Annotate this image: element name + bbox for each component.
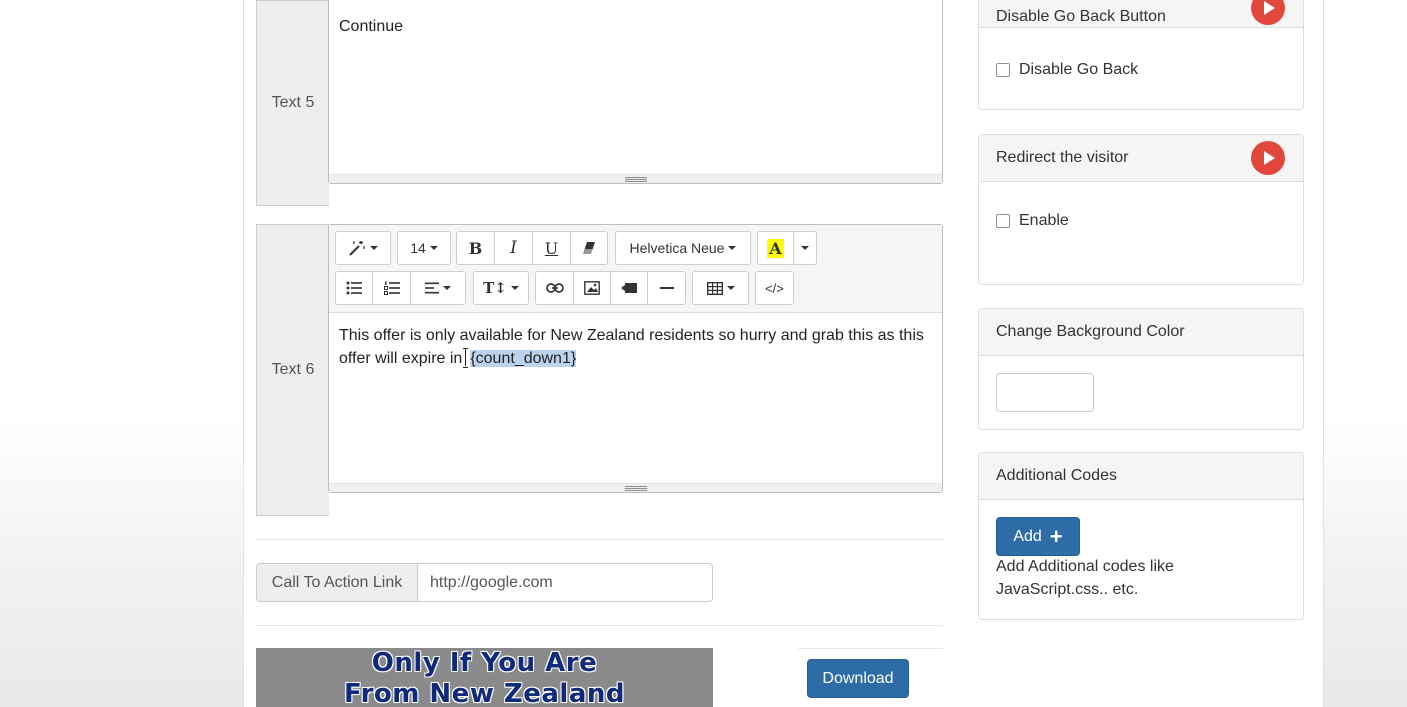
underline-button[interactable]: U: [532, 231, 571, 265]
text-cursor-icon: [463, 348, 469, 368]
disable-go-back-option[interactable]: Disable Go Back: [996, 61, 1138, 79]
insert-image-button[interactable]: [573, 271, 611, 305]
code-icon: </>: [765, 280, 784, 296]
clear-format-button[interactable]: [570, 231, 608, 265]
background-color-panel-title: Change Background Color: [996, 323, 1185, 340]
horizontal-rule-icon: [659, 287, 674, 289]
font-size-dropdown[interactable]: 14: [397, 231, 451, 265]
text5-resize-handle[interactable]: [329, 174, 942, 183]
redirect-panel: Redirect the visitor Enable: [978, 134, 1304, 285]
cta-label: Call To Action Link: [256, 563, 418, 602]
text5-label-text: Text 5: [271, 94, 315, 111]
redirect-panel-title: Redirect the visitor: [996, 149, 1129, 166]
magic-wand-icon: [349, 241, 365, 256]
text5-label: Text 5: [256, 0, 329, 206]
insert-link-button[interactable]: [535, 271, 574, 305]
disable-go-back-checkbox[interactable]: [996, 63, 1010, 77]
text-color-button[interactable]: A: [757, 231, 794, 265]
horizontal-rule-button[interactable]: [647, 271, 686, 305]
bold-icon: B: [468, 238, 483, 258]
table-dropdown[interactable]: [692, 271, 749, 305]
font-color-icon: A: [767, 238, 784, 258]
cta-link-input[interactable]: http://google.com: [417, 563, 713, 602]
style-dropdown-button[interactable]: [335, 231, 391, 265]
selected-merge-tag[interactable]: {count_down1}: [470, 350, 577, 367]
add-code-button[interactable]: Add +: [996, 517, 1080, 556]
text6-resize-handle[interactable]: [329, 483, 942, 492]
go-back-panel-title: Disable Go Back Button: [996, 8, 1166, 25]
text6-editor[interactable]: 14 B I U Helvetica Neue A T↕ </> This of…: [328, 224, 943, 493]
download-label: Download: [822, 669, 894, 687]
chevron-down-icon: [429, 246, 438, 250]
redirect-enable-label: Enable: [1019, 212, 1069, 229]
plus-icon: +: [1049, 523, 1063, 549]
additional-codes-panel-title: Additional Codes: [996, 467, 1117, 484]
text6-label: Text 6: [256, 224, 329, 516]
table-icon: [706, 281, 723, 295]
cta-link-value: http://google.com: [430, 573, 553, 591]
chevron-down-icon: [726, 286, 735, 290]
ordered-list-button[interactable]: [372, 271, 411, 305]
grip-icon: [624, 177, 647, 182]
line-height-dropdown[interactable]: T↕: [473, 271, 529, 305]
text6-editor-content[interactable]: This offer is only available for New Zea…: [339, 324, 930, 370]
download-button[interactable]: Download: [807, 659, 909, 698]
chevron-down-icon: [443, 286, 451, 290]
additional-codes-panel: Additional Codes Add + Add Additional co…: [978, 452, 1304, 620]
paragraph-align-dropdown[interactable]: [410, 271, 466, 305]
bullet-list-icon: [346, 281, 362, 295]
italic-icon: I: [510, 238, 517, 258]
font-family-dropdown[interactable]: Helvetica Neue: [615, 231, 751, 265]
grip-icon: [624, 486, 647, 491]
text5-editor-content[interactable]: Continue: [339, 15, 930, 38]
font-size-value: 14: [410, 240, 426, 256]
divider: [256, 625, 943, 626]
underline-icon: U: [544, 238, 559, 258]
image-icon: [584, 281, 600, 295]
chevron-down-icon: [510, 286, 519, 290]
video-icon: [621, 283, 637, 293]
additional-codes-note: Add Additional codes like JavaScript.css…: [996, 558, 1174, 598]
play-video-icon[interactable]: [1251, 141, 1285, 175]
background-color-panel: Change Background Color: [978, 308, 1304, 430]
background-color-panel-header: Change Background Color: [979, 309, 1303, 356]
numbered-list-icon: [383, 281, 400, 295]
background-color-input[interactable]: [996, 373, 1094, 412]
cta-label-text: Call To Action Link: [271, 573, 403, 591]
add-code-label: Add: [1013, 527, 1042, 545]
redirect-enable-option[interactable]: Enable: [996, 212, 1069, 230]
bold-button[interactable]: B: [456, 231, 495, 265]
text-color-dropdown[interactable]: [793, 231, 817, 265]
text5-editor[interactable]: Continue: [328, 0, 943, 184]
disable-go-back-label: Disable Go Back: [1019, 61, 1139, 78]
redirect-enable-checkbox[interactable]: [996, 214, 1010, 228]
align-left-icon: [425, 282, 439, 294]
font-family-value: Helvetica Neue: [629, 240, 725, 256]
eraser-icon: [583, 242, 595, 254]
text6-label-text: Text 6: [271, 361, 315, 378]
text6-content-text: This offer is only available for New Zea…: [339, 327, 924, 367]
banner-image-preview: Only If You Are From New Zealand: [256, 648, 713, 707]
line-height-icon: T↕: [483, 279, 507, 297]
link-icon: [545, 283, 564, 293]
editor-toolbar: 14 B I U Helvetica Neue A T↕ </>: [329, 225, 942, 313]
code-view-button[interactable]: </>: [755, 271, 794, 305]
go-back-panel: Disable Go Back Button Disable Go Back: [978, 0, 1304, 110]
insert-video-button[interactable]: [610, 271, 648, 305]
banner-line-1: Only If You Are: [371, 648, 598, 678]
chevron-down-icon: [801, 246, 809, 250]
chevron-down-icon: [370, 246, 378, 250]
divider: [256, 539, 943, 540]
divider: [798, 648, 943, 649]
chevron-down-icon: [728, 246, 737, 250]
unordered-list-button[interactable]: [335, 271, 373, 305]
italic-button[interactable]: I: [494, 231, 533, 265]
banner-line-2: From New Zealand: [344, 679, 625, 707]
additional-codes-panel-header: Additional Codes: [979, 453, 1303, 500]
